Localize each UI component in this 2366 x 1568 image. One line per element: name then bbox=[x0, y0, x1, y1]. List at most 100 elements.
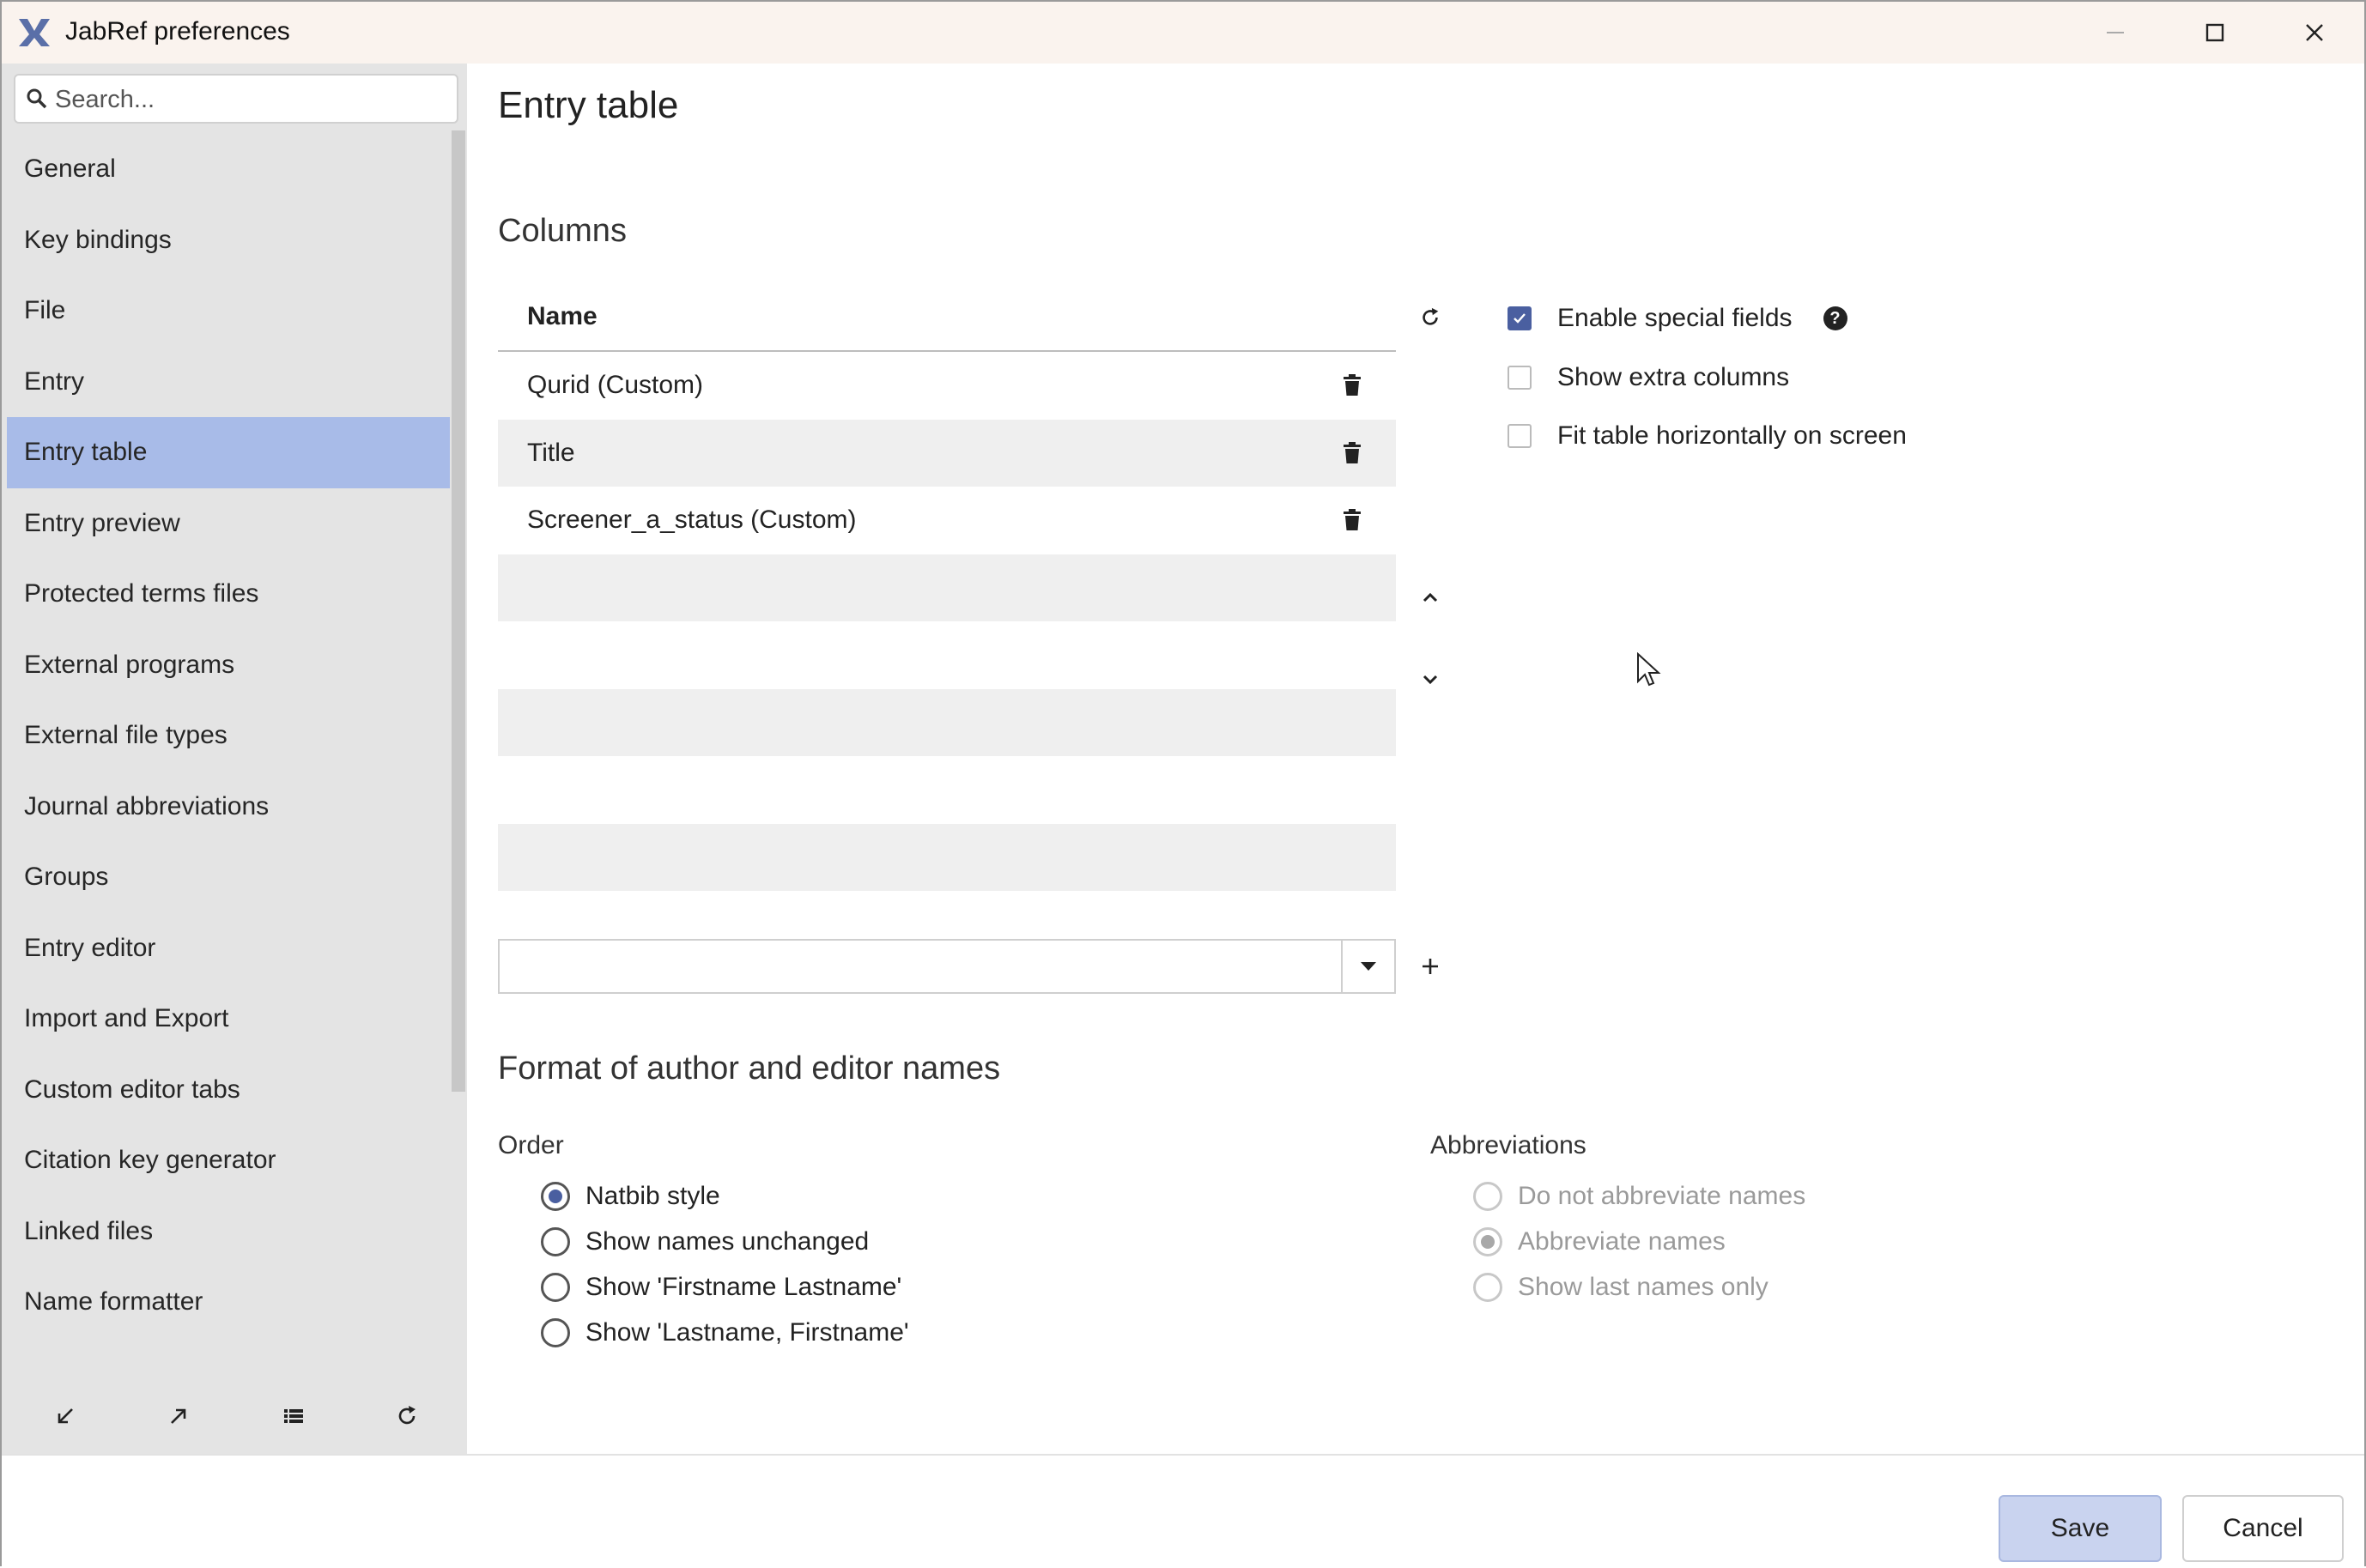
order-unchanged-option[interactable]: Show names unchanged bbox=[541, 1223, 869, 1261]
column-header-name[interactable]: Name bbox=[498, 283, 1396, 352]
fit-table-checkbox[interactable] bbox=[1508, 424, 1532, 448]
fit-table-option[interactable]: Fit table horizontally on screen bbox=[1508, 417, 1907, 455]
preferences-sidebar: General Key bindings File Entry Entry ta… bbox=[2, 64, 467, 1454]
table-row-empty bbox=[498, 688, 1396, 756]
show-extra-columns-checkbox[interactable] bbox=[1508, 366, 1532, 390]
show-extra-columns-option[interactable]: Show extra columns bbox=[1508, 359, 1789, 397]
abbr-abbreviate-option[interactable]: Abbreviate names bbox=[1473, 1223, 1726, 1261]
caret-down-icon bbox=[1361, 962, 1376, 971]
minimize-button[interactable] bbox=[2066, 2, 2165, 64]
abbr-abbreviate-label: Abbreviate names bbox=[1518, 1227, 1726, 1256]
reset-columns-button[interactable] bbox=[1413, 300, 1447, 335]
abbr-lastnames-option[interactable]: Show last names only bbox=[1473, 1268, 1768, 1306]
jabref-logo-icon bbox=[19, 19, 50, 46]
chevron-up-icon bbox=[1423, 592, 1438, 602]
list-icon bbox=[284, 1409, 303, 1423]
reset-icon bbox=[398, 1406, 416, 1425]
order-lastname-firstname-label: Show 'Lastname, Firstname' bbox=[585, 1318, 909, 1347]
abbr-lastnames-label: Show last names only bbox=[1518, 1273, 1768, 1301]
order-natbib-radio[interactable] bbox=[541, 1182, 570, 1211]
order-lastname-firstname-option[interactable]: Show 'Lastname, Firstname' bbox=[541, 1314, 909, 1352]
move-up-button[interactable] bbox=[1413, 580, 1447, 614]
abbr-none-label: Do not abbreviate names bbox=[1518, 1182, 1806, 1210]
sidebar-item-groups[interactable]: Groups bbox=[7, 842, 450, 913]
order-firstname-lastname-option[interactable]: Show 'Firstname Lastname' bbox=[541, 1268, 901, 1306]
add-column-button[interactable] bbox=[1413, 949, 1447, 984]
sidebar-footer bbox=[2, 1385, 467, 1445]
sidebar-item-custom-editor-tabs[interactable]: Custom editor tabs bbox=[7, 1055, 450, 1126]
abbr-none-radio[interactable] bbox=[1473, 1182, 1502, 1211]
mouse-cursor-icon bbox=[1637, 652, 1661, 687]
abbr-none-option[interactable]: Do not abbreviate names bbox=[1473, 1178, 1805, 1215]
import-preferences-button[interactable] bbox=[43, 1394, 88, 1438]
order-lastname-firstname-radio[interactable] bbox=[541, 1318, 570, 1347]
dropdown-button[interactable] bbox=[1341, 941, 1394, 992]
sidebar-item-entry[interactable]: Entry bbox=[7, 347, 450, 418]
table-row-empty bbox=[498, 823, 1396, 891]
close-button[interactable] bbox=[2265, 2, 2364, 64]
column-name-cell: Qurid (Custom) bbox=[527, 371, 704, 399]
add-column-combobox[interactable] bbox=[498, 939, 1396, 994]
columns-heading: Columns bbox=[498, 213, 627, 249]
cancel-button[interactable]: Cancel bbox=[2182, 1495, 2344, 1562]
entry-table-panel: Entry table Columns Name Qurid (Custom) … bbox=[467, 64, 2364, 1454]
title-bar: JabRef preferences bbox=[2, 2, 2364, 64]
sidebar-item-citation-key-generator[interactable]: Citation key generator bbox=[7, 1125, 450, 1196]
plus-icon bbox=[1423, 959, 1438, 974]
columns-table: Name Qurid (Custom) Title Screener_a_sta… bbox=[498, 283, 1396, 891]
show-preferences-button[interactable] bbox=[271, 1394, 316, 1438]
order-firstname-lastname-radio[interactable] bbox=[541, 1273, 570, 1302]
show-extra-columns-label: Show extra columns bbox=[1557, 363, 1790, 391]
sidebar-item-key-bindings[interactable]: Key bindings bbox=[7, 205, 450, 276]
minimize-icon bbox=[2107, 32, 2124, 33]
table-row[interactable]: Qurid (Custom) bbox=[498, 352, 1396, 420]
abbr-lastnames-radio[interactable] bbox=[1473, 1273, 1502, 1302]
sidebar-scrollbar[interactable] bbox=[452, 130, 465, 1092]
refresh-icon bbox=[1423, 307, 1439, 325]
order-unchanged-label: Show names unchanged bbox=[585, 1227, 870, 1256]
sidebar-item-file[interactable]: File bbox=[7, 275, 450, 347]
enable-special-fields-label: Enable special fields bbox=[1557, 304, 1793, 332]
sidebar-item-linked-files[interactable]: Linked files bbox=[7, 1196, 450, 1268]
sidebar-item-entry-table[interactable]: Entry table bbox=[7, 417, 450, 488]
delete-icon[interactable] bbox=[1343, 374, 1362, 397]
preferences-window: JabRef preferences General Key bindings … bbox=[0, 0, 2366, 1568]
search-input[interactable] bbox=[53, 81, 452, 118]
table-row-empty bbox=[498, 756, 1396, 824]
table-row-empty bbox=[498, 621, 1396, 689]
abbr-abbreviate-radio[interactable] bbox=[1473, 1227, 1502, 1256]
search-icon bbox=[27, 88, 47, 109]
help-icon[interactable]: ? bbox=[1823, 306, 1847, 330]
enable-special-fields-checkbox[interactable] bbox=[1508, 306, 1532, 330]
delete-icon[interactable] bbox=[1343, 441, 1362, 464]
maximize-icon bbox=[2205, 23, 2224, 42]
abbreviations-label: Abbreviations bbox=[1430, 1131, 1586, 1159]
enable-special-fields-option[interactable]: Enable special fields ? bbox=[1508, 300, 1847, 337]
sidebar-item-general[interactable]: General bbox=[7, 134, 450, 205]
sidebar-item-import-and-export[interactable]: Import and Export bbox=[7, 984, 450, 1055]
sidebar-item-entry-editor[interactable]: Entry editor bbox=[7, 913, 450, 984]
sidebar-item-external-file-types[interactable]: External file types bbox=[7, 700, 450, 772]
delete-icon[interactable] bbox=[1343, 509, 1362, 531]
fit-table-label: Fit table horizontally on screen bbox=[1557, 421, 1907, 450]
table-row[interactable]: Title bbox=[498, 419, 1396, 487]
order-natbib-option[interactable]: Natbib style bbox=[541, 1178, 720, 1215]
move-down-button[interactable] bbox=[1413, 663, 1447, 697]
dialog-button-bar: Save Cancel bbox=[2, 1454, 2364, 1568]
reset-preferences-button[interactable] bbox=[385, 1394, 429, 1438]
save-button[interactable]: Save bbox=[1999, 1495, 2162, 1562]
sidebar-item-protected-terms-files[interactable]: Protected terms files bbox=[7, 559, 450, 630]
table-row[interactable]: Screener_a_status (Custom) bbox=[498, 487, 1396, 554]
maximize-button[interactable] bbox=[2165, 2, 2265, 64]
export-icon bbox=[171, 1408, 186, 1424]
order-firstname-lastname-label: Show 'Firstname Lastname' bbox=[585, 1273, 902, 1301]
close-icon bbox=[2306, 24, 2323, 41]
sidebar-item-journal-abbreviations[interactable]: Journal abbreviations bbox=[7, 772, 450, 843]
export-preferences-button[interactable] bbox=[156, 1394, 201, 1438]
sidebar-item-external-programs[interactable]: External programs bbox=[7, 630, 450, 701]
column-name-cell: Title bbox=[527, 438, 575, 467]
name-format-heading: Format of author and editor names bbox=[498, 1050, 1001, 1087]
order-unchanged-radio[interactable] bbox=[541, 1227, 570, 1256]
sidebar-item-entry-preview[interactable]: Entry preview bbox=[7, 488, 450, 560]
sidebar-item-name-formatter[interactable]: Name formatter bbox=[7, 1267, 450, 1338]
